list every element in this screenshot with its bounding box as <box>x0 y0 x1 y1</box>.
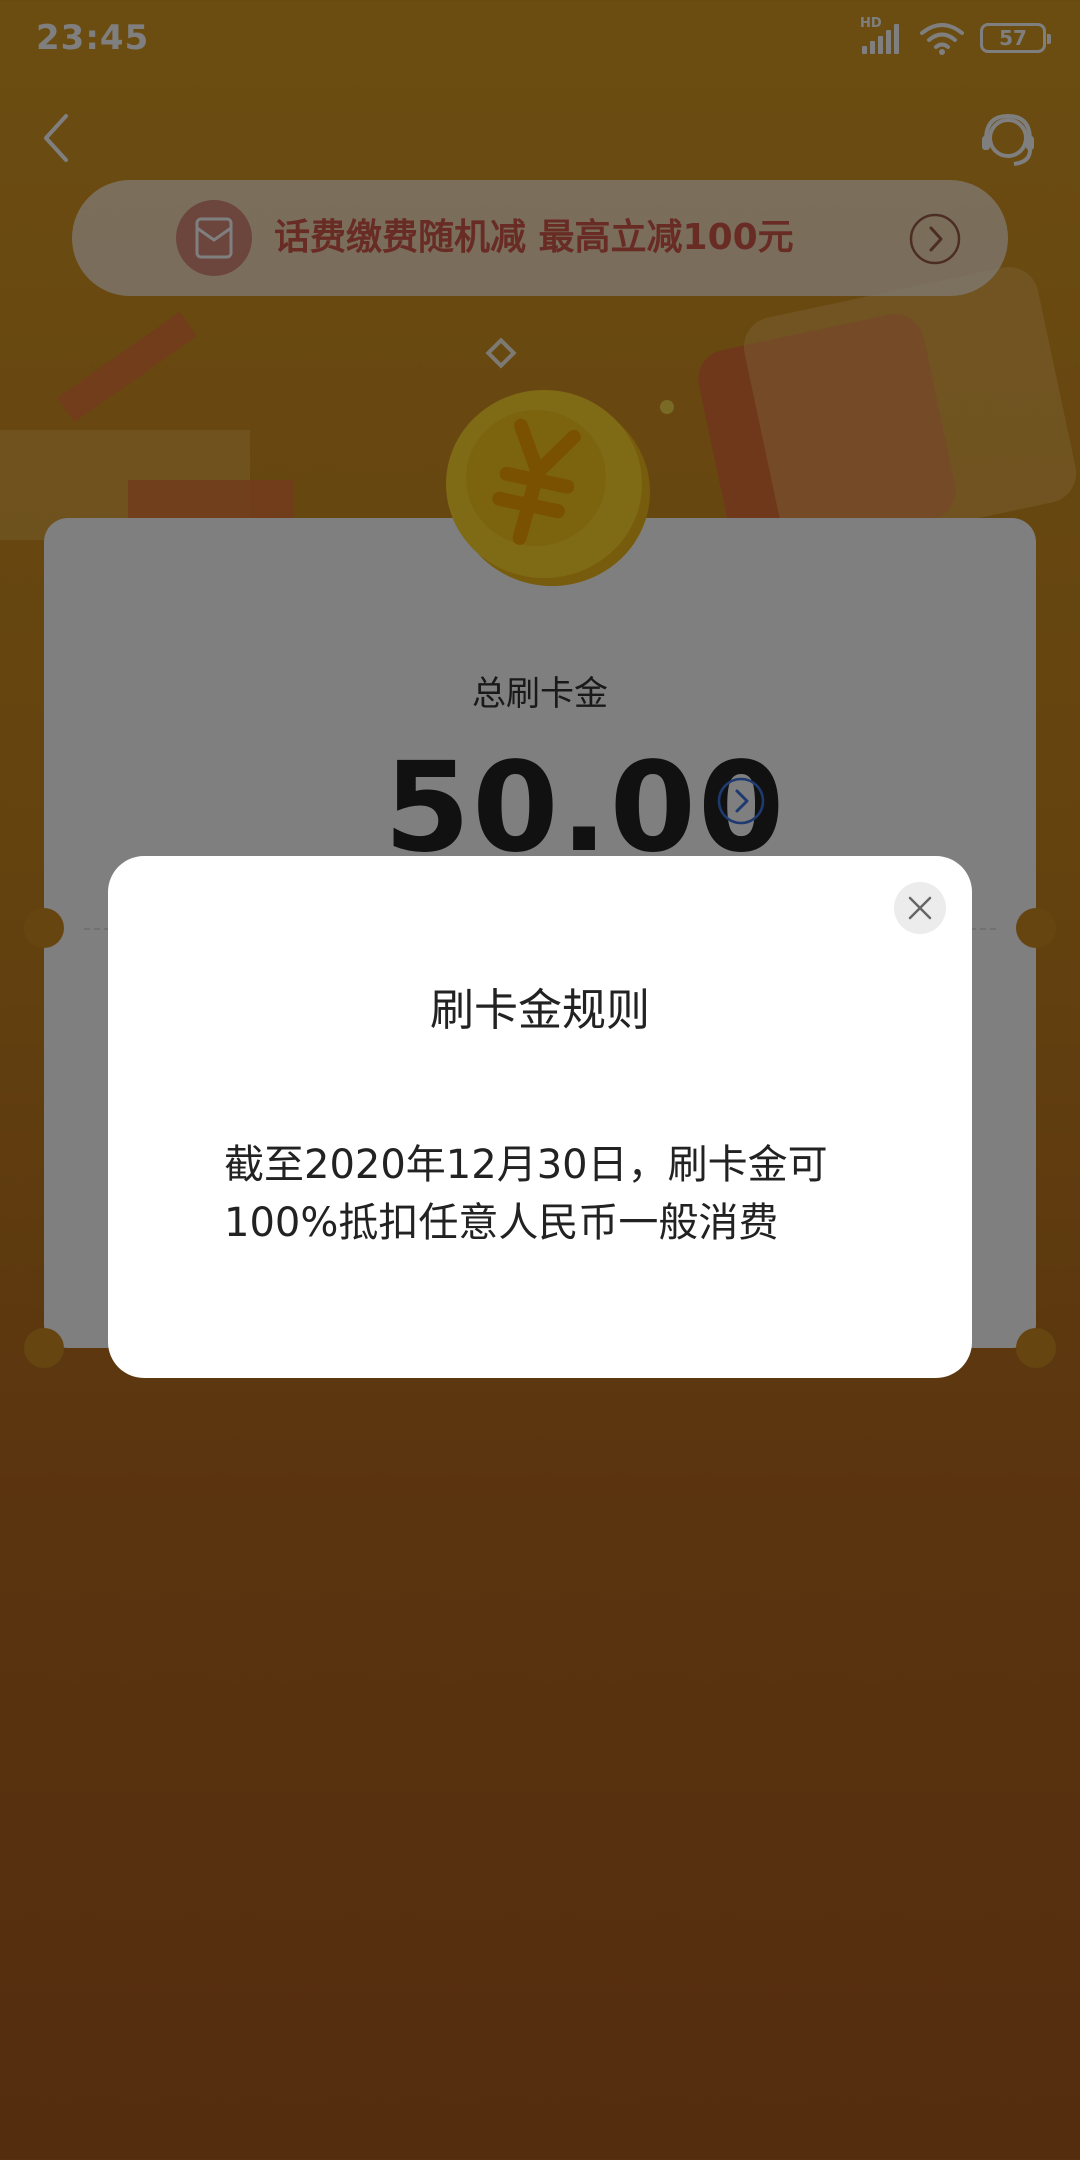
rules-dialog: 刷卡金规则 截至2020年12月30日，刷卡金可 100%抵扣任意人民币一般消费 <box>108 856 972 1378</box>
close-button[interactable] <box>894 882 946 934</box>
dialog-body-line-2: 100%抵扣任意人民币一般消费 <box>224 1200 779 1246</box>
dialog-body: 截至2020年12月30日，刷卡金可 100%抵扣任意人民币一般消费 <box>224 1136 884 1252</box>
dialog-title: 刷卡金规则 <box>430 985 650 1036</box>
dialog-body-line-1: 截至2020年12月30日，刷卡金可 <box>224 1142 828 1188</box>
page: + 23:45 HD 57 <box>0 0 1080 2160</box>
close-icon <box>908 896 932 920</box>
